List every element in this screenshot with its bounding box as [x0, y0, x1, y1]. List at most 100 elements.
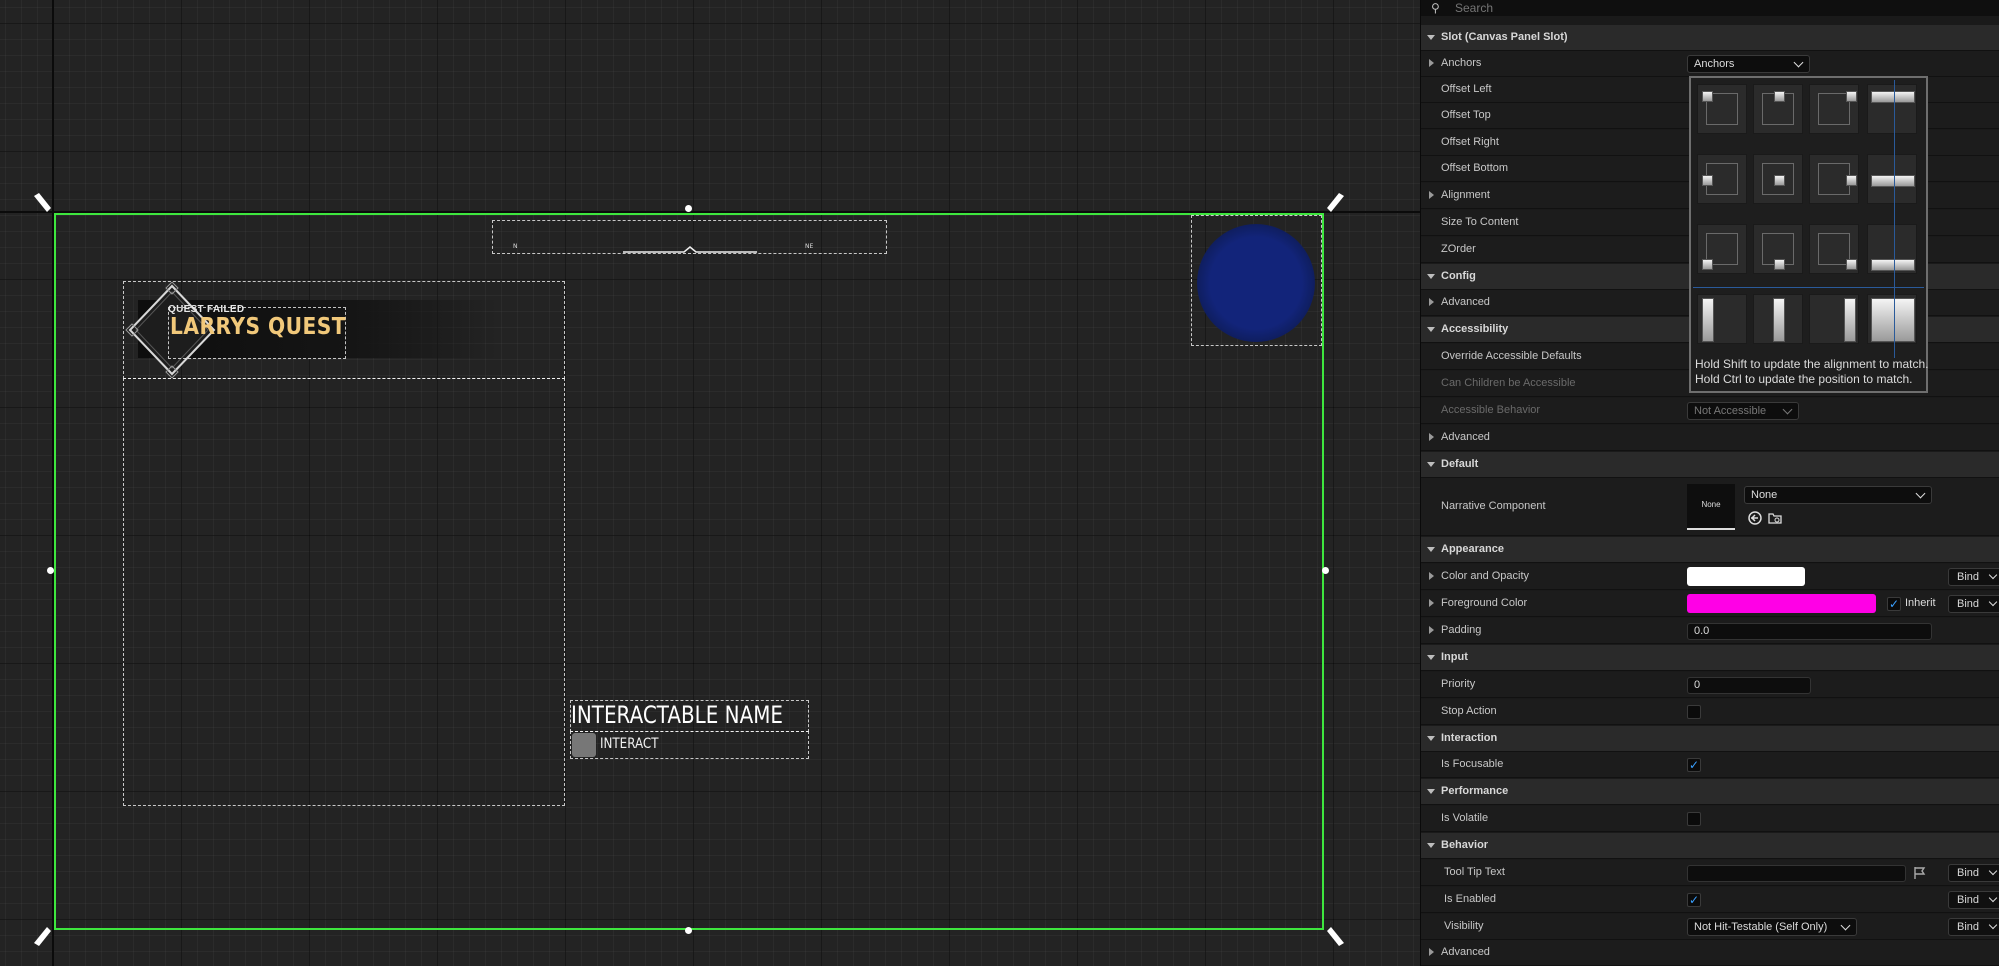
resize-handle-top-right[interactable]: [1325, 191, 1347, 213]
chevron-down-icon: [1988, 893, 1998, 903]
section-default[interactable]: Default: [1421, 452, 1999, 478]
section-interaction[interactable]: Interaction: [1421, 726, 1999, 752]
padding-value: 0.0: [1694, 625, 1710, 637]
priority-value: 0: [1694, 679, 1701, 691]
resize-handle-right[interactable]: [1322, 567, 1329, 574]
row-accessible-behavior: Accessible Behavior Not Accessible: [1421, 398, 1999, 424]
anchor-preset-center-left[interactable]: [1697, 154, 1747, 204]
section-performance[interactable]: Performance: [1421, 779, 1999, 805]
anchors-popup: Hold Shift to update the alignment to ma…: [1689, 76, 1928, 393]
collapse-icon: [1427, 327, 1435, 332]
bind-button[interactable]: Bind: [1948, 891, 1999, 909]
prop-label: Size To Content: [1441, 216, 1519, 228]
prop-label: Offset Left: [1441, 83, 1492, 95]
chevron-down-icon: [1840, 920, 1851, 931]
section-slot[interactable]: Slot (Canvas Panel Slot): [1421, 25, 1999, 51]
prop-label: Narrative Component: [1441, 500, 1546, 512]
localization-flag-icon[interactable]: [1913, 866, 1927, 880]
prop-label: Advanced: [1441, 946, 1490, 958]
chevron-down-icon: [1782, 404, 1793, 415]
expand-icon[interactable]: [1429, 948, 1434, 956]
anchor-preset-bottom-stretch[interactable]: [1867, 224, 1917, 274]
prop-label: Tool Tip Text: [1444, 866, 1505, 878]
anchor-preset-icon: [1871, 175, 1915, 187]
resize-handle-left[interactable]: [47, 567, 54, 574]
padding-input[interactable]: 0.0: [1687, 623, 1932, 640]
accessible-behavior-dropdown[interactable]: Not Accessible: [1687, 402, 1799, 420]
anchor-preset-center-stretch-vertical[interactable]: [1753, 294, 1803, 344]
narrative-component-dropdown[interactable]: None: [1744, 486, 1932, 504]
anchor-preset-icon: [1844, 298, 1856, 342]
anchor-preset-center-right[interactable]: [1809, 154, 1859, 204]
anchor-preset-left-stretch[interactable]: [1697, 294, 1747, 344]
resize-handle-top[interactable]: [685, 205, 692, 212]
section-label: Default: [1441, 458, 1479, 470]
anchor-preset-icon: [1871, 91, 1915, 103]
narrative-thumbnail[interactable]: None: [1687, 484, 1735, 530]
visibility-dropdown[interactable]: Not Hit-Testable (Self Only): [1687, 918, 1857, 936]
is-enabled-checkbox[interactable]: ✓: [1687, 893, 1701, 907]
search-input[interactable]: [1455, 0, 1955, 15]
tooltip-text-input[interactable]: [1687, 865, 1906, 882]
prop-label: Accessible Behavior: [1441, 404, 1541, 416]
prop-label: Stop Action: [1441, 705, 1497, 717]
anchors-dropdown[interactable]: Anchors: [1687, 55, 1810, 73]
anchor-preset-center[interactable]: [1753, 154, 1803, 204]
prop-label: Alignment: [1441, 189, 1490, 201]
is-focusable-checkbox[interactable]: ✓: [1687, 758, 1701, 772]
expand-icon[interactable]: [1429, 191, 1434, 199]
section-label: Slot (Canvas Panel Slot): [1441, 31, 1568, 43]
expand-icon[interactable]: [1429, 572, 1434, 580]
expand-icon[interactable]: [1429, 433, 1434, 441]
resize-handle-top-left[interactable]: [31, 191, 53, 213]
bind-button[interactable]: Bind: [1948, 864, 1999, 882]
bind-button[interactable]: Bind: [1948, 595, 1999, 613]
anchor-preset-top-right[interactable]: [1809, 84, 1859, 134]
anchor-preset-bottom-left[interactable]: [1697, 224, 1747, 274]
anchor-preset-icon: [1702, 259, 1713, 270]
inherit-checkbox[interactable]: ✓: [1887, 597, 1901, 611]
color-opacity-swatch[interactable]: [1687, 567, 1805, 586]
designer-canvas[interactable]: N NE QUEST FAILED LARRYS QUEST INTERACTA…: [0, 0, 1420, 966]
anchor-preset-top-left[interactable]: [1697, 84, 1747, 134]
section-label: Interaction: [1441, 732, 1498, 744]
is-volatile-checkbox[interactable]: [1687, 812, 1701, 826]
collapse-icon: [1427, 274, 1435, 279]
anchor-preset-top-center[interactable]: [1753, 84, 1803, 134]
prop-label: Offset Bottom: [1441, 162, 1509, 174]
use-selected-icon[interactable]: [1747, 510, 1763, 526]
resize-handle-bottom-right[interactable]: [1325, 926, 1347, 948]
resize-handle-bottom[interactable]: [685, 927, 692, 934]
expand-icon[interactable]: [1429, 599, 1434, 607]
expand-icon[interactable]: [1429, 626, 1434, 634]
browse-folder-icon[interactable]: [1767, 510, 1783, 526]
section-input[interactable]: Input: [1421, 645, 1999, 671]
row-behavior-advanced[interactable]: Advanced: [1421, 940, 1999, 966]
section-label: Appearance: [1441, 543, 1504, 555]
section-behavior[interactable]: Behavior: [1421, 833, 1999, 859]
row-foreground-color: Foreground Color ✓ Inherit Bind: [1421, 591, 1999, 617]
anchor-preset-full-stretch[interactable]: [1867, 294, 1917, 344]
anchor-preset-center-stretch[interactable]: [1867, 154, 1917, 204]
bind-label: Bind: [1957, 867, 1980, 879]
stop-action-checkbox[interactable]: [1687, 705, 1701, 719]
foreground-color-swatch[interactable]: [1687, 594, 1876, 613]
quest-log-box[interactable]: [123, 378, 565, 806]
bind-button[interactable]: Bind: [1948, 568, 1999, 586]
expand-icon[interactable]: [1429, 59, 1434, 67]
priority-input[interactable]: 0: [1687, 677, 1811, 694]
row-is-focusable: Is Focusable ✓: [1421, 752, 1999, 778]
anchor-preset-bottom-right[interactable]: [1809, 224, 1859, 274]
anchor-preset-icon: [1702, 298, 1714, 342]
section-appearance[interactable]: Appearance: [1421, 537, 1999, 563]
chevron-down-icon: [1915, 488, 1926, 499]
bind-button[interactable]: Bind: [1948, 918, 1999, 936]
anchor-preset-bottom-center[interactable]: [1753, 224, 1803, 274]
anchor-preset-right-stretch[interactable]: [1809, 294, 1859, 344]
row-visibility: Visibility Not Hit-Testable (Self Only) …: [1421, 914, 1999, 940]
anchor-preset-icon: [1774, 259, 1785, 270]
anchor-preset-top-stretch[interactable]: [1867, 84, 1917, 134]
expand-icon[interactable]: [1429, 298, 1434, 306]
row-accessibility-advanced[interactable]: Advanced: [1421, 425, 1999, 451]
resize-handle-bottom-left[interactable]: [31, 926, 53, 948]
